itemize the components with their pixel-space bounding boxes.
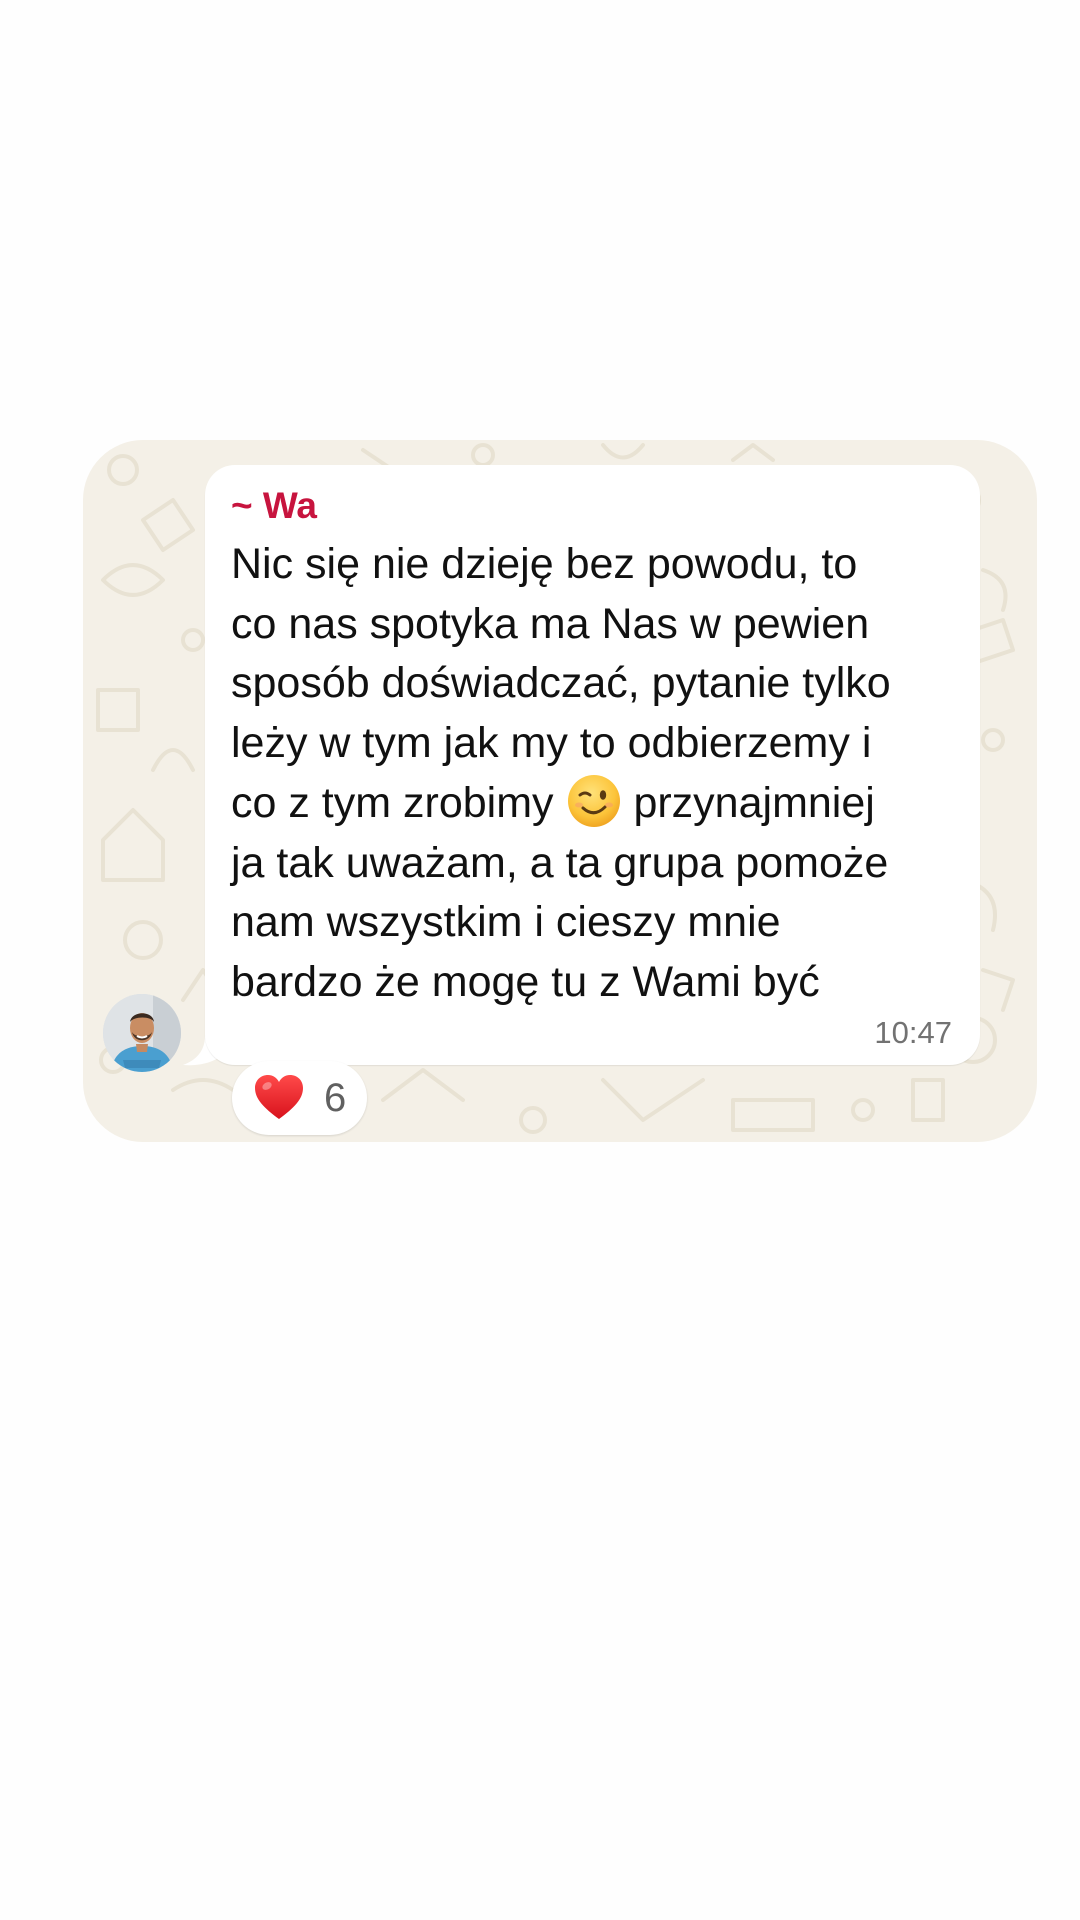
screen: ~ Wa Nic się nie dzieję bez powodu, to c…	[0, 0, 1080, 1920]
message-time: 10:47	[874, 1015, 952, 1050]
message-text: Nic się nie dzieję bez powodu, to co nas…	[231, 535, 954, 1012]
message-line: leży w tym jak my to odbierzemy i	[231, 718, 872, 767]
winking-face-icon	[567, 775, 620, 827]
message-line: nam wszystkim i cieszy mnie	[231, 898, 781, 946]
message-line: Nic się nie dzieję bez powodu, to	[231, 540, 858, 588]
red-heart-icon	[255, 1075, 303, 1119]
avatar-photo	[103, 994, 181, 1072]
message-line: co z tym zrobimy	[231, 779, 566, 827]
message-line: bardzo że mogę tu z Wami być	[231, 957, 820, 1006]
message-line: przynajmniej	[621, 779, 875, 827]
message-line: co nas spotyka ma Nas w pewien	[231, 599, 870, 648]
message-bubble[interactable]: ~ Wa Nic się nie dzieję bez powodu, to c…	[205, 465, 980, 1065]
sender-name[interactable]: ~ Wa	[231, 483, 954, 529]
message-line: sposób doświadczać, pytanie tylko	[231, 659, 891, 707]
reaction-pill[interactable]: 6	[232, 1061, 367, 1135]
reaction-count: 6	[324, 1075, 347, 1120]
message-line: ja tak uważam, a ta grupa pomoże	[231, 838, 889, 887]
sender-avatar[interactable]	[103, 994, 181, 1072]
